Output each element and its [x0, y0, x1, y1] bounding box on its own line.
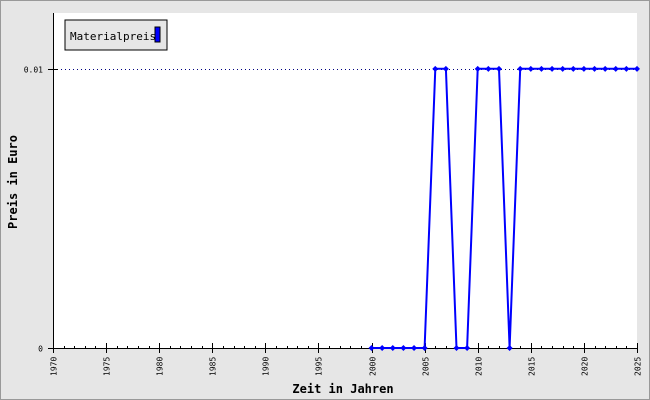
x-tick-label: 1970 [50, 357, 59, 376]
x-tick-label: 2015 [528, 357, 537, 376]
x-tick-label: 1995 [315, 357, 324, 376]
legend-label: Materialpreis [70, 30, 156, 43]
x-tick-label: 2000 [369, 357, 378, 376]
x-tick-label: 1980 [156, 357, 165, 376]
y-tick-label: 0 [38, 345, 43, 354]
price-chart: 1970 1975 1980 1985 1990 1995 2000 2005 2010 2015… [0, 0, 650, 400]
x-tick-label: 1990 [262, 357, 271, 376]
x-tick-label: 1975 [103, 357, 112, 376]
y-tick-label: 0.01 [24, 66, 43, 75]
x-tick-label: 2005 [422, 357, 431, 376]
x-tick-label: 2010 [475, 357, 484, 376]
x-tick-label: 1985 [209, 357, 218, 376]
plot-area [53, 13, 637, 348]
legend: Materialpreis [64, 19, 168, 51]
legend-swatch [154, 26, 161, 43]
x-tick-label: 2020 [581, 357, 590, 376]
x-tick-label: 2025 [634, 357, 643, 376]
y-axis-title: Preis in Euro [6, 135, 20, 229]
x-axis-title: Zeit in Jahren [292, 382, 393, 396]
